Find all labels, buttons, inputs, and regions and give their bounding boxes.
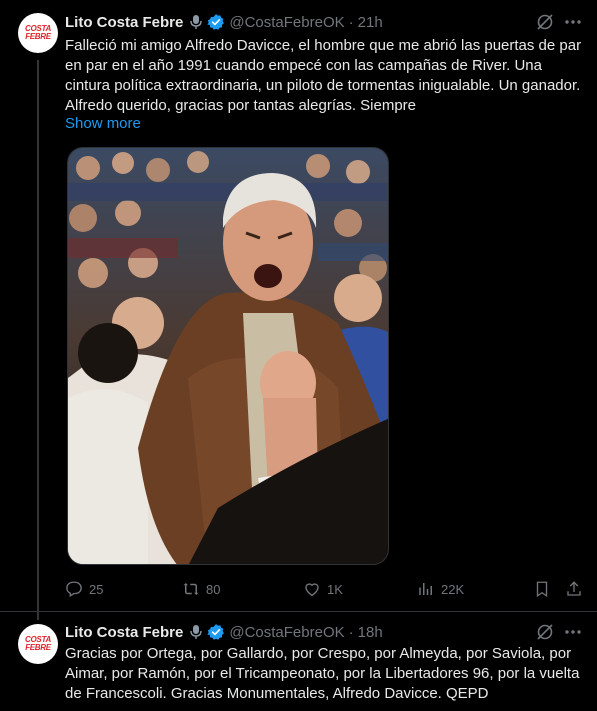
retweet-icon [183,583,199,595]
author-handle[interactable]: @CostaFebreOK [229,624,344,641]
reply-button[interactable]: 25 [65,577,103,601]
like-count: 1K [327,581,343,597]
verified-badge-icon[interactable] [207,623,225,641]
views-icon [419,583,432,595]
tweet[interactable]: COSTA FEBRE Lito Costa Febre @CostaFebre… [0,0,597,612]
reply-count: 25 [89,581,104,597]
tweet-text: Gracias por Ortega, por Gallardo, por Cr… [65,645,580,702]
more-icon[interactable] [563,622,583,642]
tweet-text: Falleció mi amigo Alfredo Davicce, el ho… [65,37,582,114]
like-button[interactable]: 1K [303,577,343,601]
views-button[interactable]: 22K [417,577,464,601]
separator-dot: · [348,13,354,31]
bookmark-button[interactable] [533,577,551,601]
verified-badge-icon[interactable] [207,13,225,31]
separator-dot: · [348,623,354,641]
author-name[interactable]: Lito Costa Febre [65,14,183,31]
share-button[interactable] [565,577,583,601]
avatar[interactable]: COSTA FEBRE [18,13,58,53]
show-more-link[interactable]: Show more [65,115,141,132]
photo-crowd-man-shouting [68,148,388,564]
grok-icon[interactable] [535,622,555,642]
avatar-text: FEBRE [25,32,51,41]
like-icon [305,583,319,597]
views-count: 22K [441,581,465,597]
tweet-photo[interactable] [67,147,389,565]
share-icon [567,581,581,596]
microphone-icon [190,625,203,639]
timestamp[interactable]: 18h [358,624,383,641]
grok-icon[interactable] [535,12,555,32]
author-name[interactable]: Lito Costa Febre [65,624,183,641]
tweet[interactable]: COSTA FEBRE Lito Costa Febre @CostaFebre… [0,612,597,711]
retweet-button[interactable]: 80 [182,577,220,601]
more-icon[interactable] [563,12,583,32]
tweet-header: Lito Costa Febre @CostaFebreOK · 21h [65,12,383,32]
timestamp[interactable]: 21h [358,14,383,31]
avatar-text: FEBRE [25,643,51,652]
avatar[interactable]: COSTA FEBRE [18,624,58,664]
reply-icon [66,581,82,597]
retweet-count: 80 [206,581,221,597]
author-handle[interactable]: @CostaFebreOK [229,14,344,31]
tweet-header: Lito Costa Febre @CostaFebreOK · 18h [65,622,383,642]
tweet-actions: 25 80 1K 22K [65,577,585,601]
microphone-icon [190,15,203,29]
bookmark-icon [536,581,548,598]
